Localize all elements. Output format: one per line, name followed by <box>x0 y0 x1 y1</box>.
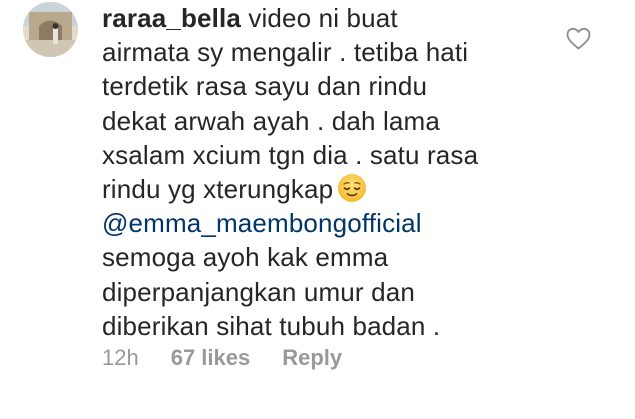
likes-count[interactable]: 67 likes <box>171 345 251 370</box>
comment-text: raraa_bella video ni buat airmata sy men… <box>102 1 542 343</box>
comment-text-line: rindu yg xterungkap <box>102 174 334 205</box>
comment-text-line: video ni buat <box>248 3 398 33</box>
comment-text-line: dekat arwah ayah . dah lama <box>102 105 440 136</box>
reply-button[interactable]: Reply <box>282 345 342 370</box>
comment-text-line: diberikan sihat tubuh badan . <box>102 310 441 341</box>
comment-line-6: rindu yg xterungkap <box>102 172 542 206</box>
comment-meta: 12h 67 likes Reply <box>102 343 342 373</box>
heart-icon <box>566 27 591 50</box>
mention-link[interactable]: @emma_maembongofficial <box>102 208 422 238</box>
comment-item: raraa_bella video ni buat airmata sy men… <box>0 0 635 419</box>
comment-line-1: raraa_bella video ni buat <box>102 1 542 35</box>
comment-username[interactable]: raraa_bella <box>102 3 241 33</box>
relieved-face-icon <box>337 173 367 203</box>
like-button[interactable] <box>566 27 591 51</box>
comment-line-7: @emma_maembongofficial <box>102 206 542 240</box>
comment-text-line: xsalam xcium tgn dia . satu rasa <box>102 139 479 170</box>
avatar-image <box>23 2 78 57</box>
comment-timestamp: 12h <box>102 345 139 370</box>
avatar[interactable] <box>23 2 78 57</box>
comment-text-line: terdetik rasa sayu dan rindu <box>102 71 428 102</box>
comment-text-line: airmata sy mengalir . tetiba hati <box>102 37 469 68</box>
comment-text-line: semoga ayoh kak emma <box>102 242 389 273</box>
comment-text-line: diperpanjangkan umur dan <box>102 276 415 307</box>
